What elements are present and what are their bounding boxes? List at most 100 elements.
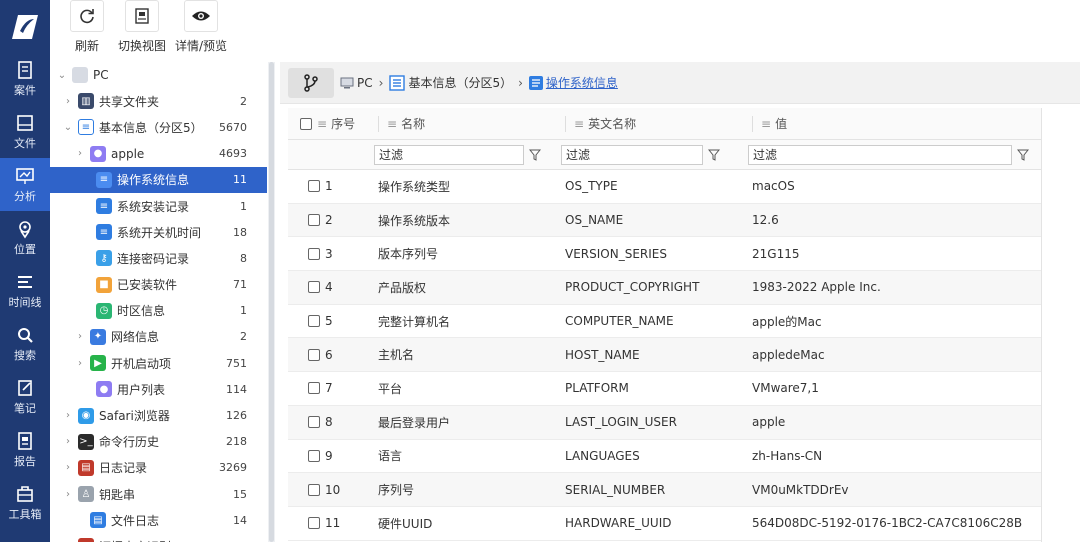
tree-item[interactable]: ● 用户列表 114 (50, 376, 267, 402)
filter-icon[interactable] (1012, 149, 1034, 161)
evidence-tree: ⌄ PC › ▥ 共享文件夹 2 ⌄ ≡ 基本信息（分区5） 5670 › ● apple 4693 ≡ 操作… (50, 62, 267, 542)
tree-item[interactable]: ■ 已安装软件 71 (50, 272, 267, 298)
row-checkbox[interactable] (308, 382, 320, 395)
table-row[interactable]: 6 主机名 HOST_NAME appledeMac (288, 338, 1041, 373)
tree-item[interactable]: › ♙ 钥匙串 15 (50, 481, 267, 507)
chevron-right-icon[interactable]: › (74, 331, 86, 342)
english-name-filter-input[interactable]: 过滤 (561, 144, 703, 165)
tree-item[interactable]: ≡ 系统开关机时间 18 (50, 219, 267, 245)
tree-item[interactable]: › ▶ 开机启动项 751 (50, 350, 267, 376)
nav-item-location[interactable]: 位置 (0, 211, 50, 264)
switch-view-tool[interactable]: 切换视图 (118, 0, 166, 54)
table-row[interactable]: 8 最后登录用户 LAST_LOGIN_USER apple (288, 405, 1041, 440)
row-checkbox[interactable] (308, 247, 320, 260)
row-checkbox[interactable] (308, 348, 320, 361)
tree-item[interactable]: › ▤ 日志记录 3269 (50, 455, 267, 481)
details-button[interactable] (184, 0, 219, 32)
tree-item[interactable]: › ◉ Safari浏览器 126 (50, 402, 267, 428)
filter-icon[interactable] (524, 149, 546, 161)
tree-item[interactable]: ≡ 操作系统信息 11 (50, 166, 267, 193)
chevron-right-icon[interactable]: › (62, 489, 74, 500)
tree-item-count: 3269 (219, 461, 247, 475)
tree-item[interactable]: ⌄ PC (50, 62, 267, 88)
row-checkbox[interactable] (308, 449, 320, 462)
chevron-right-icon[interactable]: › (74, 358, 86, 369)
eye-icon (192, 11, 211, 21)
refresh-button[interactable] (70, 0, 104, 32)
header-value-label: 值 (775, 117, 788, 131)
tree-item[interactable]: ◷ 时区信息 1 (50, 298, 267, 324)
software-icon: ■ (96, 276, 112, 293)
chevron-down-icon[interactable]: ⌄ (62, 122, 74, 133)
table-row[interactable]: 3 版本序列号 VERSION_SERIES 21G115 (288, 237, 1041, 272)
row-name: 主机名 (378, 348, 415, 363)
table-row[interactable]: 1 操作系统类型 OS_TYPE macOS (288, 170, 1041, 204)
filter-icon[interactable] (703, 149, 725, 161)
chevron-right-icon[interactable]: › (62, 436, 74, 447)
row-checkbox[interactable] (308, 517, 320, 530)
details-tool[interactable]: 详情/预览 (175, 0, 227, 54)
tree-item[interactable]: › ● apple 4693 (50, 141, 267, 167)
tree-item-label: 日志记录 (99, 461, 148, 476)
tree-item[interactable]: ⚷ 连接密码记录 8 (50, 245, 267, 271)
tree-item-label: 共享文件夹 (99, 94, 160, 109)
select-all-checkbox[interactable] (300, 117, 312, 130)
tree-item[interactable]: ⌄ ≡ 基本信息（分区5） 5670 (50, 114, 267, 140)
chevron-right-icon[interactable]: › (62, 462, 74, 473)
tree-item[interactable]: › >_ 命令行历史 218 (50, 429, 267, 455)
breadcrumb-os-info[interactable]: 操作系统信息 (546, 74, 618, 91)
splitter[interactable] (268, 62, 275, 542)
table-row[interactable]: 7 平台 PLATFORM VMware7,1 (288, 372, 1041, 406)
nav-item-analysis[interactable]: 分析 (0, 158, 50, 211)
nav-item-timeline[interactable]: 时间线 (0, 264, 50, 317)
nav-item-report[interactable]: 报告 (0, 423, 50, 476)
row-english-name: HOST_NAME (565, 347, 640, 362)
nav-item-cases[interactable]: 案件 (0, 52, 50, 105)
chevron-down-icon[interactable]: ⌄ (56, 70, 68, 81)
nav-item-search[interactable]: 搜索 (0, 317, 50, 370)
table-row[interactable]: 2 操作系统版本 OS_NAME 12.6 (288, 203, 1041, 238)
header-english-name[interactable]: ≡ 英文名称 (553, 115, 740, 132)
row-english-name: LAST_LOGIN_USER (565, 415, 677, 430)
name-filter-input[interactable]: 过滤 (374, 144, 524, 165)
tree-item-label: 用户列表 (117, 382, 166, 397)
tree-item-label: 系统开关机时间 (117, 225, 202, 240)
row-name: 操作系统版本 (378, 213, 451, 228)
table-row[interactable]: 11 硬件UUID HARDWARE_UUID 564D08DC-5192-0176-… (288, 507, 1041, 541)
row-checkbox[interactable] (308, 483, 320, 496)
table-row[interactable]: 5 完整计算机名 COMPUTER_NAME apple的Mac (288, 305, 1041, 339)
breadcrumb-pc[interactable]: PC (357, 76, 373, 90)
row-name: 序列号 (378, 483, 415, 498)
table-row[interactable]: 10 序列号 SERIAL_NUMBER VM0uMkTDDrEv (288, 473, 1041, 507)
nav-item-file[interactable]: 文件 (0, 105, 50, 158)
tree-item[interactable]: › ✦ 网络信息 2 (50, 324, 267, 350)
breadcrumb-basic-info[interactable]: 基本信息（分区5） (408, 74, 512, 91)
header-index[interactable]: ≡ 序号 (288, 115, 366, 132)
nav-item-notes[interactable]: 笔记 (0, 370, 50, 423)
chevron-right-icon[interactable]: › (74, 148, 86, 159)
row-checkbox[interactable] (308, 214, 320, 227)
row-checkbox[interactable] (308, 416, 320, 429)
row-checkbox[interactable] (308, 281, 320, 294)
header-name[interactable]: ≡ 名称 (366, 115, 553, 132)
value-filter-input[interactable]: 过滤 (748, 144, 1012, 165)
chevron-right-icon[interactable]: › (62, 410, 74, 421)
row-checkbox[interactable] (308, 315, 320, 328)
table-row[interactable]: 9 语言 LANGUAGES zh-Hans-CN (288, 440, 1041, 474)
tree-item[interactable]: ›◉证据内容识别1 (50, 533, 267, 542)
tree-item[interactable]: ≡ 系统安装记录 1 (50, 193, 267, 219)
header-value[interactable]: ≡ 值 (740, 115, 1041, 132)
switch-view-button[interactable] (125, 0, 159, 32)
table-row[interactable]: 4 产品版权 PRODUCT_COPYRIGHT 1983-2022 Apple In… (288, 271, 1041, 305)
file-log-icon: ▤ (90, 512, 106, 529)
os-info-icon: ≡ (96, 171, 112, 188)
chevron-right-icon[interactable]: › (62, 96, 74, 107)
refresh-tool[interactable]: 刷新 (70, 0, 104, 54)
tree-item[interactable]: › ▥ 共享文件夹 2 (50, 88, 267, 114)
row-checkbox[interactable] (308, 180, 320, 193)
branch-button[interactable] (288, 67, 334, 98)
nav-item-toolbox[interactable]: 工具箱 (0, 476, 50, 529)
column-menu-icon: ≡ (317, 116, 328, 131)
tree-item[interactable]: ▤ 文件日志 14 (50, 507, 267, 533)
row-index: 2 (325, 213, 333, 228)
